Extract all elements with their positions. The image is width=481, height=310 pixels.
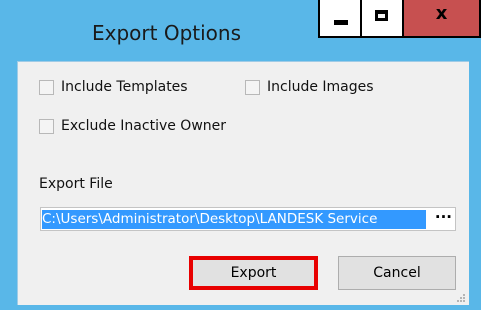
export-file-label: Export File [39, 176, 113, 192]
exclude-inactive-owner-checkbox[interactable]: Exclude Inactive Owner [39, 118, 226, 134]
checkbox-box[interactable] [39, 118, 54, 134]
export-button[interactable]: Export [189, 256, 318, 290]
minimize-icon [334, 20, 348, 25]
close-button[interactable]: x [402, 0, 481, 38]
maximize-button[interactable] [360, 0, 404, 38]
close-icon: x [435, 3, 448, 24]
maximize-icon [375, 10, 388, 21]
include-images-label: Include Images [267, 79, 374, 95]
resize-grip-icon[interactable] [457, 294, 465, 302]
window-title: Export Options [92, 21, 241, 45]
export-file-path-field[interactable]: C:\Users\Administrator\Desktop\LANDESK S… [40, 207, 456, 231]
checkbox-box[interactable] [245, 79, 260, 95]
exclude-inactive-owner-label: Exclude Inactive Owner [61, 118, 227, 134]
include-templates-label: Include Templates [61, 79, 188, 95]
dialog-client-area: Include Templates Include Images Exclude… [17, 61, 469, 305]
minimize-button[interactable] [318, 0, 362, 38]
browse-button[interactable]: ··· [435, 208, 452, 230]
cancel-button[interactable]: Cancel [338, 256, 456, 290]
include-templates-checkbox[interactable]: Include Templates [39, 79, 188, 95]
include-images-checkbox[interactable]: Include Images [245, 79, 374, 95]
export-options-window: Export Options x Include Templates Inclu… [0, 0, 481, 310]
title-bar[interactable]: Export Options x [0, 0, 481, 60]
checkbox-box[interactable] [39, 79, 54, 95]
export-file-path-value[interactable]: C:\Users\Administrator\Desktop\LANDESK S… [42, 210, 426, 229]
